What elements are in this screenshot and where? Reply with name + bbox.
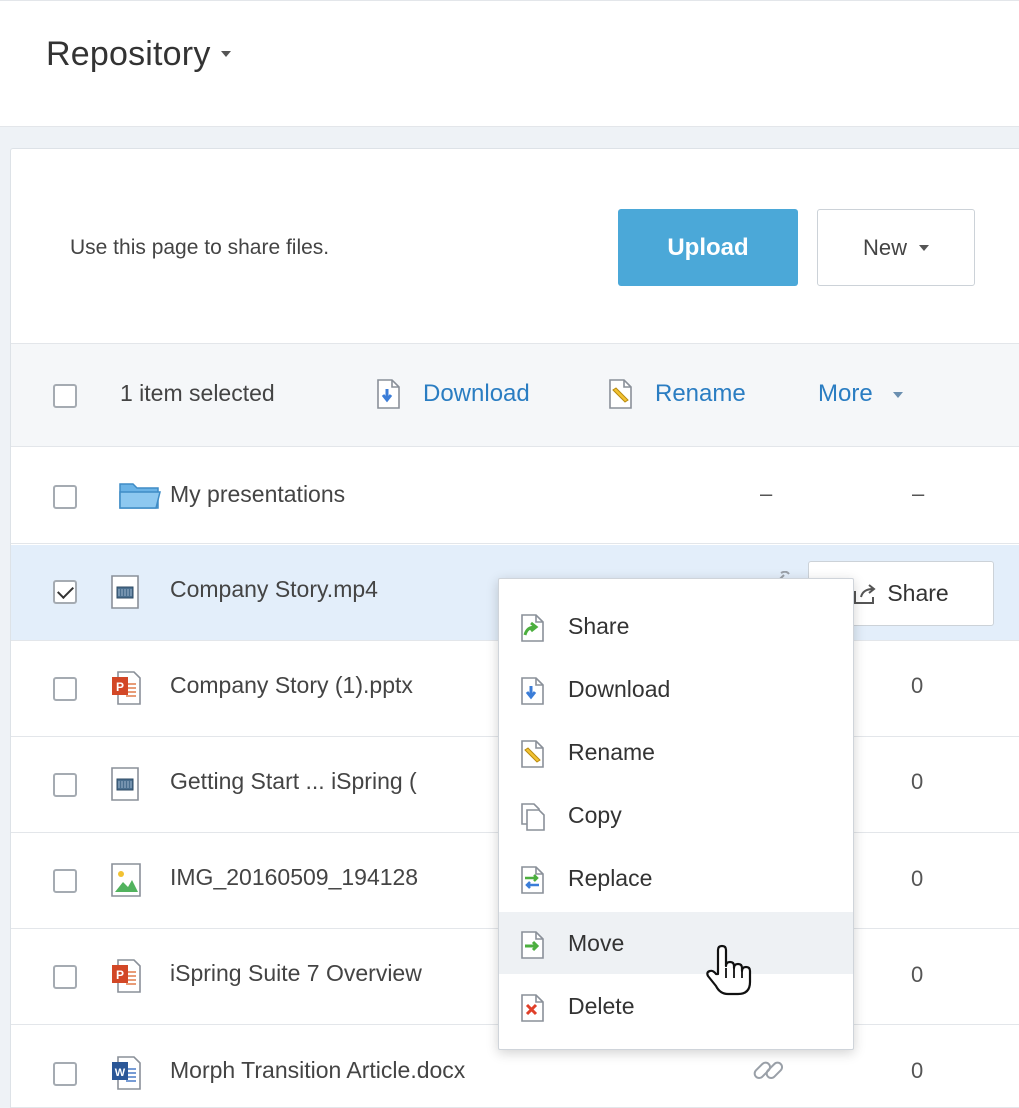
row-count: 0: [911, 962, 924, 987]
menu-item-label: Rename: [568, 738, 655, 765]
rename-icon: [521, 740, 544, 768]
row-count: 0: [911, 866, 924, 891]
chevron-down-icon: [220, 51, 231, 58]
powerpoint-file-icon: P: [112, 959, 141, 993]
menu-item-label: Delete: [568, 992, 635, 1019]
toolbar-download-label: Download: [423, 380, 530, 407]
delete-icon: [521, 994, 544, 1022]
row-count: 0: [911, 673, 924, 698]
table-row[interactable]: [11, 448, 1019, 544]
download-icon: [377, 379, 400, 409]
menu-item-download[interactable]: Download: [499, 658, 853, 720]
row-checkbox[interactable]: [53, 485, 77, 509]
rename-icon: [609, 379, 632, 409]
menu-item-share[interactable]: Share: [499, 595, 853, 657]
file-name[interactable]: iSpring Suite 7 Overview: [170, 960, 422, 987]
new-dropdown-button[interactable]: New: [817, 209, 975, 286]
upload-button[interactable]: Upload: [618, 209, 798, 286]
context-menu: Share Download Rename Copy Replace Move …: [498, 578, 854, 1050]
file-name[interactable]: My presentations: [170, 481, 345, 508]
video-file-icon: [111, 575, 139, 609]
row-checkbox[interactable]: [53, 677, 77, 701]
row-checkbox[interactable]: [53, 869, 77, 893]
menu-item-copy[interactable]: Copy: [499, 784, 853, 846]
menu-item-rename[interactable]: Rename: [499, 721, 853, 783]
menu-item-move[interactable]: Move: [499, 912, 853, 974]
svg-text:W: W: [115, 1067, 126, 1079]
row-checkbox[interactable]: [53, 1062, 77, 1086]
row-count: 0: [911, 1058, 924, 1083]
image-file-icon: [111, 863, 141, 897]
file-name[interactable]: Getting Start ... iSpring (: [170, 768, 417, 795]
menu-item-label: Copy: [568, 801, 622, 828]
row-checkbox-checked[interactable]: [53, 580, 77, 604]
replace-icon: [521, 866, 544, 894]
select-all-checkbox[interactable]: [53, 384, 77, 408]
file-name[interactable]: Company Story.mp4: [170, 576, 378, 603]
file-name[interactable]: IMG_20160509_194128: [170, 864, 418, 891]
word-file-icon: W: [112, 1056, 141, 1090]
powerpoint-file-icon: P: [112, 671, 141, 705]
copy-icon: [521, 803, 545, 831]
selection-count: 1 item selected: [120, 380, 275, 406]
row-checkbox[interactable]: [53, 965, 77, 989]
row-checkbox[interactable]: [53, 773, 77, 797]
row-link-status: –: [760, 481, 773, 506]
move-icon: [521, 931, 544, 959]
folder-icon: [119, 483, 161, 509]
menu-item-label: Download: [568, 675, 671, 702]
chevron-down-icon: [919, 244, 929, 251]
share-icon: [854, 583, 876, 604]
download-icon: [521, 677, 544, 705]
menu-item-label: Share: [568, 612, 630, 639]
hand-cursor-icon: [706, 944, 752, 996]
menu-item-delete[interactable]: Delete: [499, 975, 853, 1037]
row-count: 0: [911, 769, 924, 794]
menu-item-label: Move: [568, 929, 625, 956]
svg-text:P: P: [116, 968, 124, 982]
new-button-label: New: [862, 234, 907, 260]
toolbar-more-label: More: [818, 380, 873, 407]
chevron-down-icon: [893, 392, 903, 398]
intro-text: Use this page to share files.: [70, 236, 330, 259]
page-title: Repository: [46, 35, 211, 73]
svg-text:P: P: [116, 680, 124, 694]
menu-item-label: Replace: [568, 864, 653, 891]
share-icon: [521, 614, 544, 642]
file-name[interactable]: Morph Transition Article.docx: [170, 1057, 465, 1084]
page-header: Repository: [0, 0, 1019, 127]
video-file-icon: [111, 767, 139, 801]
link-icon[interactable]: [750, 1052, 786, 1088]
toolbar-rename-label: Rename: [655, 380, 746, 407]
row-count: –: [912, 481, 925, 506]
file-name[interactable]: Company Story (1).pptx: [170, 672, 413, 699]
share-button-label: Share: [887, 580, 949, 606]
repository-title-dropdown[interactable]: Repository: [46, 35, 231, 74]
menu-item-replace[interactable]: Replace: [499, 847, 853, 909]
